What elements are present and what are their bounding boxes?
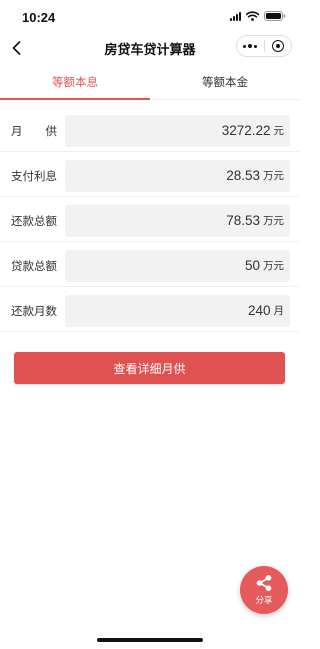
row-label-char: 月	[11, 125, 23, 138]
row-unit: 元	[273, 125, 285, 137]
nav-bar: 房贷车贷计算器	[0, 34, 300, 62]
tab-equal-principal[interactable]: 等额本金	[150, 70, 300, 99]
battery-icon	[264, 11, 286, 21]
status-icons	[230, 11, 286, 21]
more-button[interactable]	[237, 36, 264, 56]
tab-equal-installment[interactable]: 等额本息	[0, 70, 150, 100]
row-label: 还款总额	[11, 215, 57, 228]
target-icon	[271, 40, 284, 52]
wifi-icon	[246, 11, 259, 21]
repayment-months-field: 240 月	[65, 294, 290, 327]
row-number: 50	[244, 258, 260, 273]
mini-program-capsule	[236, 35, 292, 57]
row-loan-amount: 贷款总额 50 万元	[0, 245, 300, 287]
row-label: 支付利息	[11, 170, 57, 183]
total-repayment-field: 78.53 万元	[65, 204, 290, 237]
more-icon	[243, 44, 258, 48]
row-unit: 万元	[263, 170, 284, 182]
signal-icon	[230, 11, 241, 21]
row-unit: 万元	[263, 260, 284, 272]
row-number: 3272.22	[221, 123, 271, 138]
row-number: 78.53	[226, 213, 260, 228]
row-label: 月 供	[11, 123, 57, 139]
row-repayment-months: 还款月数 240 月	[0, 290, 300, 332]
tab-bar: 等额本息 等额本金	[0, 70, 300, 100]
home-indicator[interactable]	[97, 638, 203, 642]
close-program-button[interactable]	[265, 36, 292, 56]
result-form: 月 供 3272.22 元 支付利息 28.53 万元 还款总额 78.53 万…	[0, 110, 300, 335]
row-unit: 万元	[263, 215, 284, 227]
row-label-char: 供	[45, 125, 58, 138]
row-number: 240	[247, 303, 271, 318]
share-icon	[255, 574, 273, 592]
row-unit: 月	[273, 305, 285, 317]
row-label: 还款月数	[11, 305, 57, 318]
row-monthly-payment: 月 供 3272.22 元	[0, 110, 300, 152]
share-label: 分享	[255, 595, 273, 605]
loan-amount-field: 50 万元	[65, 249, 290, 282]
row-interest: 支付利息 28.53 万元	[0, 155, 300, 197]
monthly-payment-field: 3272.22 元	[65, 114, 290, 147]
share-button[interactable]: 分享	[240, 566, 288, 614]
status-time: 10:24	[22, 10, 56, 25]
row-total-repayment: 还款总额 78.53 万元	[0, 200, 300, 242]
status-bar: 10:24	[0, 0, 300, 34]
view-monthly-detail-button[interactable]: 查看详细月供	[14, 352, 285, 384]
row-label: 贷款总额	[11, 260, 57, 273]
interest-field: 28.53 万元	[65, 159, 290, 192]
row-number: 28.53	[226, 168, 260, 183]
